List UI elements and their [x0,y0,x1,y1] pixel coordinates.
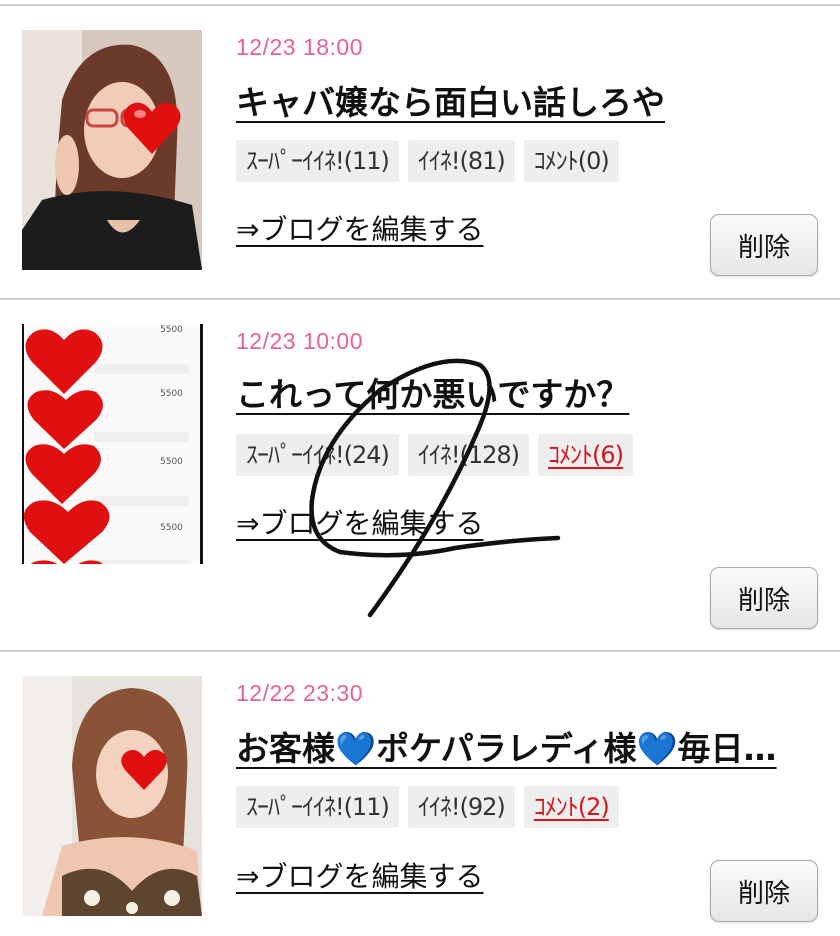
entry-title[interactable]: お客様💙ポケパラレディ様💙毎日… [236,722,816,770]
entry-date: 12/23 10:00 [236,328,364,354]
comment-link[interactable]: ｺﾒﾝﾄ(6) [538,434,634,476]
super-like-count: ｽｰﾊﾟｰｲｲﾈ!(11) [236,786,399,828]
reaction-tags: ｽｰﾊﾟｰｲｲﾈ!(24) ｲｲﾈ!(128) ｺﾒﾝﾄ(6) [236,434,634,476]
thumb-price: 5500 [160,457,183,467]
blog-entry: 12/22 23:30 お客様💙ポケパラレディ様💙毎日… ｽｰﾊﾟｰｲｲﾈ!(1… [0,0,840,922]
delete-button[interactable]: 削除 [710,567,818,629]
thumb-price: 5500 [160,325,183,335]
reaction-tags: ｽｰﾊﾟｰｲｲﾈ!(11) ｲｲﾈ!(92) ｺﾒﾝﾄ(2) [236,786,619,828]
edit-blog-link[interactable]: ⇒ブログを編集する [236,855,483,895]
heart-icon [121,749,167,790]
entry-thumbnail[interactable] [22,676,202,916]
entry-title[interactable]: これって何か悪いですか？ [236,368,816,416]
entry-thumbnail[interactable]: 5500 5500 5500 5500 5500 [22,324,203,564]
thumb-price: 5500 [160,523,183,533]
comment-link[interactable]: ｺﾒﾝﾄ(2) [523,786,619,828]
edit-blog-link[interactable]: ⇒ブログを編集する [236,502,483,542]
entry-date: 12/22 23:30 [236,680,364,706]
like-count: ｲｲﾈ!(128) [407,434,530,476]
heart-icon [24,329,110,564]
separator [0,650,840,652]
like-count: ｲｲﾈ!(92) [407,786,515,828]
super-like-count: ｽｰﾊﾟｰｲｲﾈ!(24) [236,434,399,476]
delete-button[interactable]: 削除 [710,860,818,922]
thumb-price: 5500 [160,389,183,399]
